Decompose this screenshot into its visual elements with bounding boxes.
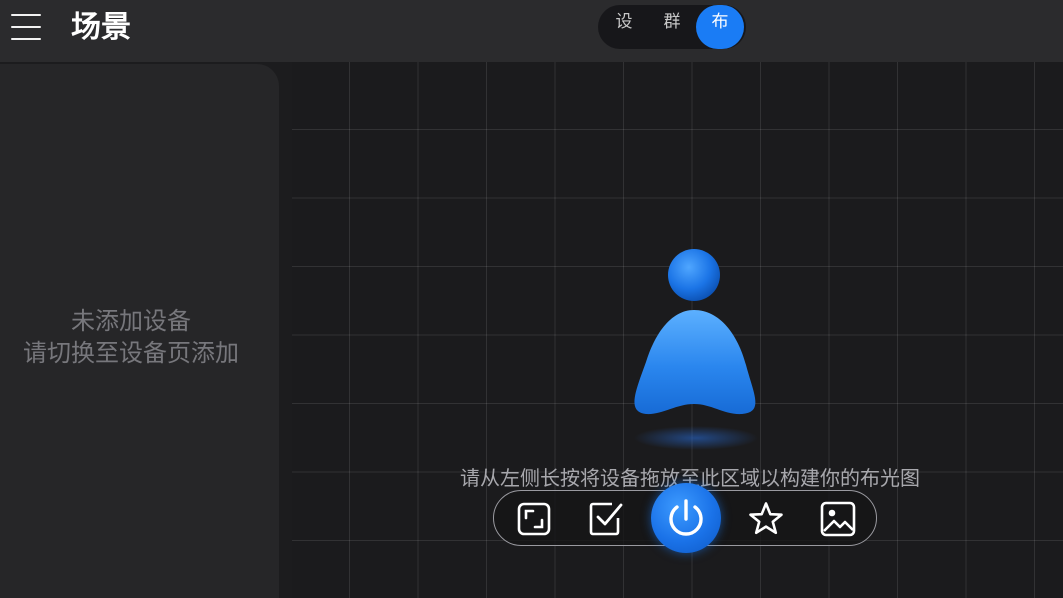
page-title: 场景 <box>71 10 131 45</box>
checkbox-icon[interactable] <box>588 501 624 537</box>
power-button[interactable] <box>651 483 721 553</box>
top-bar: 场景 设 群 布 <box>0 0 1063 62</box>
segment-layout[interactable]: 布 <box>696 5 744 49</box>
menu-icon-line <box>11 26 41 29</box>
power-icon <box>669 499 703 536</box>
person-placeholder-icon <box>634 249 758 450</box>
menu-icon <box>11 14 41 17</box>
segment-device[interactable]: 设 <box>600 5 648 49</box>
device-sidebar: 未添加设备 请切换至设备页添加 <box>0 64 279 598</box>
fullscreen-icon[interactable] <box>516 501 552 537</box>
image-icon[interactable] <box>820 501 856 537</box>
view-segment-control: 设 群 布 <box>598 5 746 49</box>
empty-message-line1: 未添加设备 <box>71 307 191 335</box>
app-window: 场景 设 群 布 未添加设备 请切换至设备页添加 请从左侧长按将设备拖放至此区域… <box>0 0 1063 598</box>
empty-message-line2: 请切换至设备页添加 <box>23 339 239 367</box>
menu-button[interactable] <box>11 13 41 41</box>
menu-icon-line <box>11 38 41 41</box>
star-icon[interactable] <box>748 501 784 537</box>
segment-group[interactable]: 群 <box>648 5 696 49</box>
